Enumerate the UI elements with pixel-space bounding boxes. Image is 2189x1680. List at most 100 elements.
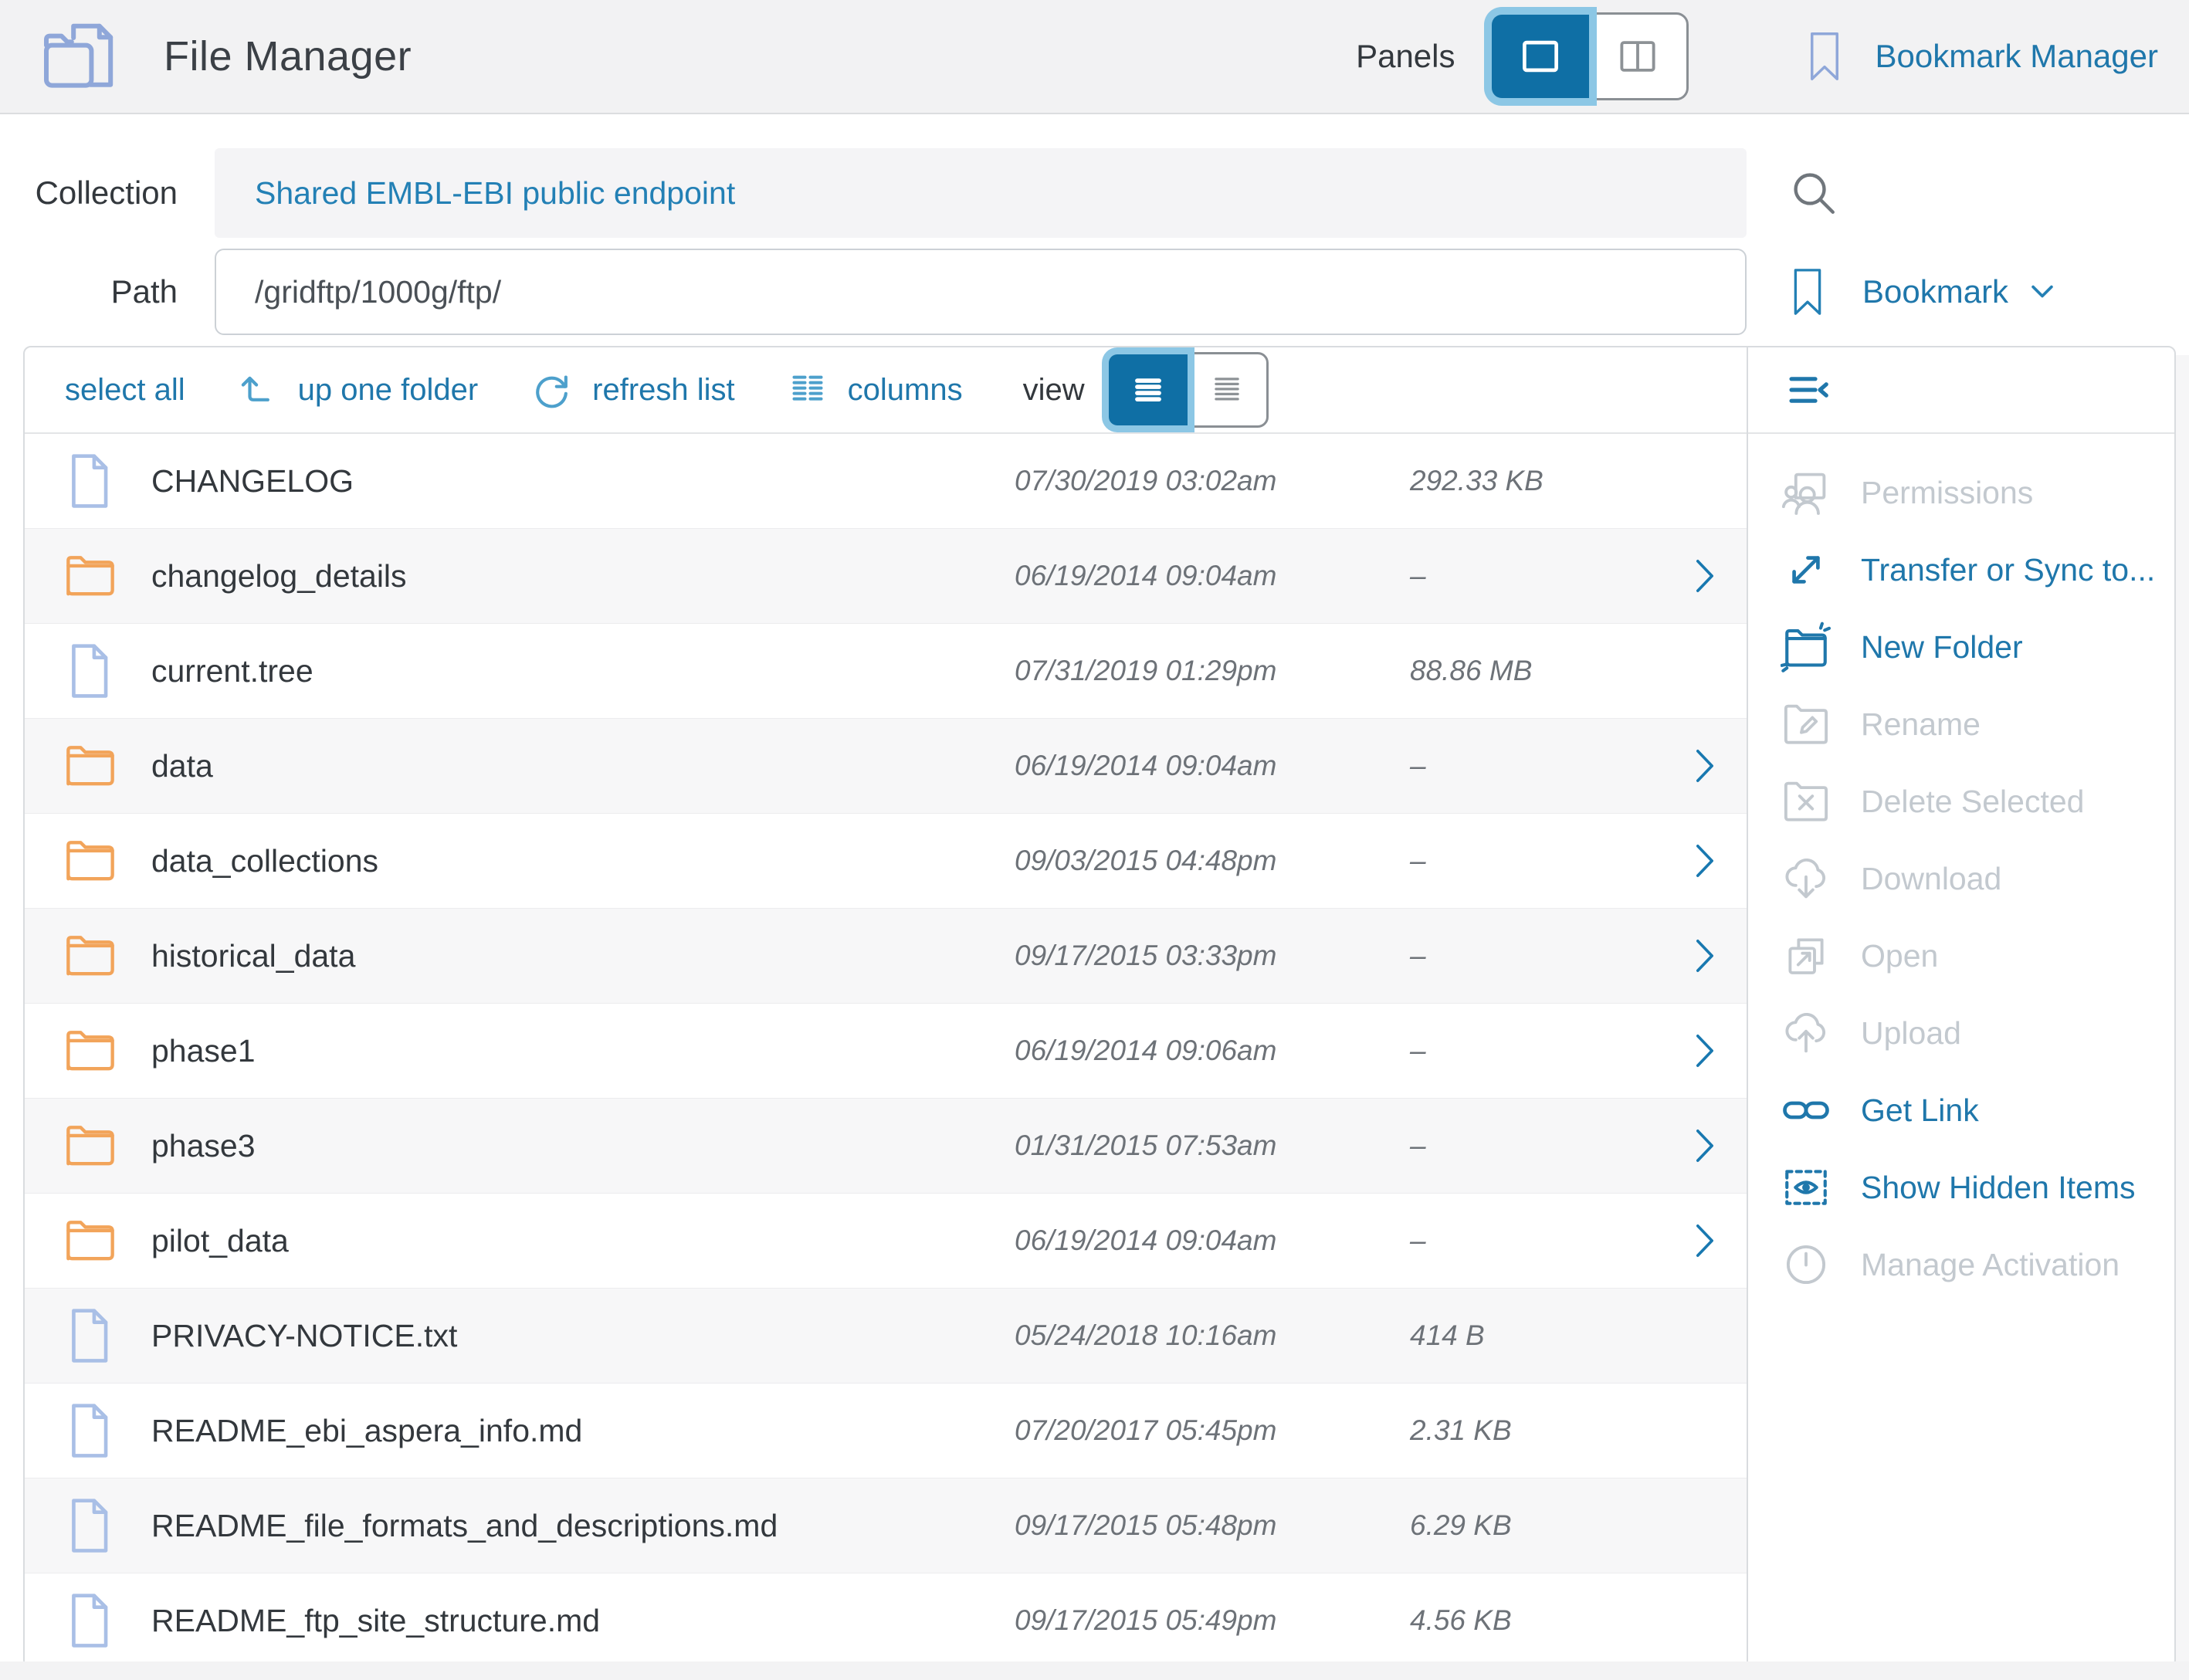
file-icon — [65, 451, 116, 511]
file-size: 6.29 KB — [1410, 1509, 1663, 1542]
bookmark-manager-label: Bookmark Manager — [1876, 38, 2159, 75]
file-browser-panel: select all up one folder refresh list co… — [23, 346, 2176, 1668]
single-pane-icon — [1512, 31, 1569, 82]
chevron-right-icon[interactable] — [1663, 556, 1747, 596]
double-pane-icon — [1609, 31, 1666, 82]
modified-date: 09/17/2015 05:49pm — [1015, 1604, 1410, 1637]
action-show-hidden-items[interactable]: Show Hidden Items — [1748, 1149, 2174, 1226]
table-row[interactable]: changelog_details 06/19/2014 09:04am – — [25, 529, 1747, 624]
chevron-right-icon[interactable] — [1663, 841, 1747, 881]
file-name: README_ftp_site_structure.md — [151, 1603, 1015, 1639]
collection-search-button[interactable] — [1788, 168, 1839, 218]
up-one-folder-label: up one folder — [298, 373, 479, 408]
bookmark-manager-link[interactable]: Bookmark Manager — [1804, 31, 2159, 82]
file-size: – — [1410, 845, 1663, 877]
file-icon — [65, 1401, 116, 1461]
action-open: Open — [1748, 917, 2174, 994]
collection-value: Shared EMBL-EBI public endpoint — [255, 175, 735, 212]
action-delete-selected: Delete Selected — [1748, 763, 2174, 840]
single-panel-button[interactable] — [1492, 15, 1589, 98]
dual-panel-button[interactable] — [1589, 15, 1686, 98]
file-name: data — [151, 748, 1015, 784]
chevron-right-icon[interactable] — [1663, 746, 1747, 786]
table-row[interactable]: historical_data 09/17/2015 03:33pm – — [25, 909, 1747, 1004]
chevron-right-icon[interactable] — [1663, 1221, 1747, 1261]
table-row[interactable]: current.tree 07/31/2019 01:29pm 88.86 MB — [25, 624, 1747, 719]
action-label: Transfer or Sync to... — [1861, 552, 2155, 588]
select-all-label: select all — [65, 373, 185, 408]
panels-toggle-group: Panels — [1356, 12, 1688, 100]
collection-label: Collection — [23, 174, 178, 212]
path-input[interactable] — [215, 249, 1747, 335]
action-transfer-or-sync-to[interactable]: Transfer or Sync to... — [1748, 531, 2174, 608]
location-bar: Collection Shared EMBL-EBI public endpoi… — [0, 148, 2189, 335]
table-row[interactable]: data_collections 09/03/2015 04:48pm – — [25, 814, 1747, 909]
list-view-button[interactable] — [1109, 354, 1188, 425]
people-icon — [1779, 466, 1833, 520]
action-label: Get Link — [1861, 1092, 1979, 1129]
table-row[interactable]: data 06/19/2014 09:04am – — [25, 719, 1747, 814]
eye-icon — [1779, 1160, 1833, 1214]
upload-icon — [1779, 1006, 1833, 1060]
power-icon — [1779, 1238, 1833, 1292]
table-row[interactable]: phase1 06/19/2014 09:06am – — [25, 1004, 1747, 1099]
bookmark-dropdown[interactable]: Bookmark — [1788, 267, 2059, 317]
bookmark-icon — [1788, 267, 1827, 317]
file-size: 88.86 MB — [1410, 655, 1663, 687]
table-row[interactable]: README_ftp_site_structure.md 09/17/2015 … — [25, 1573, 1747, 1668]
table-row[interactable]: README_file_formats_and_descriptions.md … — [25, 1478, 1747, 1573]
refresh-icon — [529, 368, 574, 412]
link-icon — [1779, 1083, 1833, 1137]
list-lines-icon — [1127, 370, 1170, 410]
search-icon — [1788, 168, 1839, 218]
table-row[interactable]: pilot_data 06/19/2014 09:04am – — [25, 1194, 1747, 1289]
file-icon — [65, 1495, 116, 1556]
refresh-list-button[interactable]: refresh list — [529, 368, 735, 412]
file-icon — [65, 641, 116, 701]
table-row[interactable]: phase3 01/31/2015 07:53am – — [25, 1099, 1747, 1194]
app-header: File Manager Panels Bookmark Manager — [0, 0, 2189, 114]
modified-date: 05/24/2018 10:16am — [1015, 1319, 1410, 1352]
open-icon — [1779, 929, 1833, 983]
download-icon — [1779, 852, 1833, 906]
folder-icon — [65, 1211, 116, 1271]
up-one-folder-button[interactable]: up one folder — [236, 368, 479, 412]
new-folder-icon — [1779, 620, 1833, 674]
chevron-right-icon[interactable] — [1663, 1126, 1747, 1166]
list-toolbar: select all up one folder refresh list co… — [25, 347, 1747, 434]
modified-date: 06/19/2014 09:04am — [1015, 750, 1410, 782]
action-new-folder[interactable]: New Folder — [1748, 608, 2174, 686]
actions-menu: Permissions Transfer or Sync to... New F… — [1748, 434, 2174, 1303]
columns-icon — [786, 368, 829, 412]
file-size: – — [1410, 1130, 1663, 1162]
bookmark-label: Bookmark — [1862, 273, 2008, 310]
action-label: Rename — [1861, 706, 1981, 743]
chevron-right-icon[interactable] — [1663, 936, 1747, 976]
collapse-menu-button[interactable] — [1782, 366, 1835, 414]
action-label: Show Hidden Items — [1861, 1170, 2136, 1206]
select-all-button[interactable]: select all — [65, 373, 185, 408]
chevron-right-icon[interactable] — [1663, 1031, 1747, 1071]
file-manager-icon — [40, 19, 120, 93]
table-row[interactable]: README_ebi_aspera_info.md 07/20/2017 05:… — [25, 1384, 1747, 1478]
modified-date: 09/03/2015 04:48pm — [1015, 845, 1410, 877]
bookmark-icon — [1804, 31, 1845, 82]
condensed-view-button[interactable] — [1188, 354, 1266, 425]
folder-icon — [65, 1021, 116, 1081]
modified-date: 07/30/2019 03:02am — [1015, 465, 1410, 497]
file-size: 292.33 KB — [1410, 465, 1663, 497]
action-upload: Upload — [1748, 994, 2174, 1072]
modified-date: 01/31/2015 07:53am — [1015, 1130, 1410, 1162]
table-row[interactable]: CHANGELOG 07/30/2019 03:02am 292.33 KB — [25, 434, 1747, 529]
folder-icon — [65, 831, 116, 891]
collection-field[interactable]: Shared EMBL-EBI public endpoint — [215, 148, 1747, 238]
table-row[interactable]: PRIVACY-NOTICE.txt 05/24/2018 10:16am 41… — [25, 1289, 1747, 1384]
view-toggle-group — [1106, 352, 1269, 428]
action-get-link[interactable]: Get Link — [1748, 1072, 2174, 1149]
modified-date: 07/31/2019 01:29pm — [1015, 655, 1410, 687]
file-name: phase1 — [151, 1033, 1015, 1069]
panels-label: Panels — [1356, 38, 1455, 75]
columns-button[interactable]: columns — [786, 368, 963, 412]
action-label: Open — [1861, 938, 1938, 974]
folder-icon — [65, 546, 116, 606]
